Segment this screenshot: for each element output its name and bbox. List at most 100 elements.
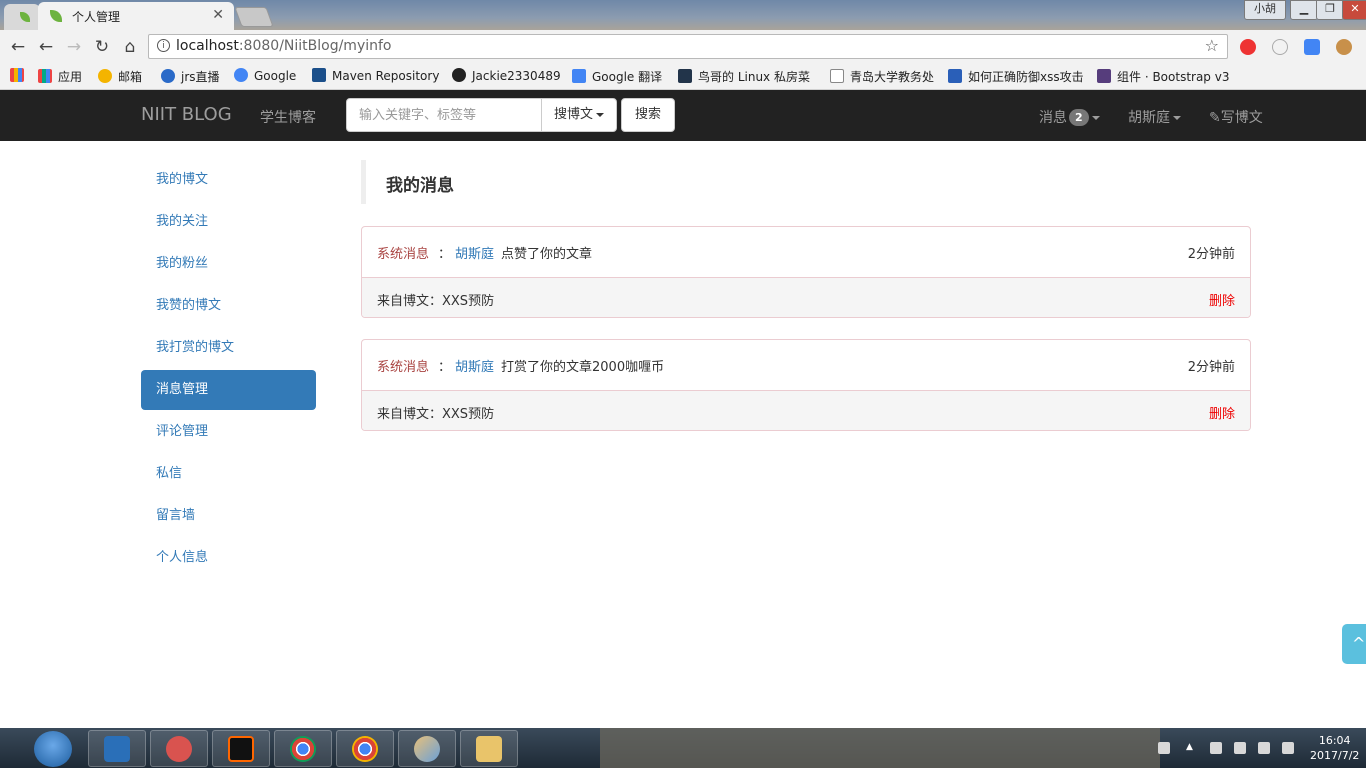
message-header: 系统消息 ： 胡斯庭 打赏了你的文章2000咖喱币 2分钟前: [362, 340, 1250, 391]
sidebar-item-messages[interactable]: 消息管理: [141, 370, 316, 410]
profile-button[interactable]: 小胡: [1244, 0, 1286, 20]
bookmark-8[interactable]: 青岛大学教务处: [830, 68, 934, 85]
message-action: 打赏了你的文章2000咖喱币: [501, 360, 665, 375]
page-title: 我的消息: [386, 176, 454, 196]
back-to-top-button[interactable]: ^: [1342, 624, 1366, 664]
caret-down-icon: [1173, 116, 1181, 120]
message-panel: 系统消息 ： 胡斯庭 点赞了你的文章 2分钟前 来自博文：XXS预防 删除: [361, 226, 1251, 318]
message-colon: ：: [438, 360, 452, 375]
bookmark-1[interactable]: 邮箱: [98, 68, 142, 85]
extension-icon[interactable]: [1272, 39, 1288, 55]
messages-badge: 2: [1069, 109, 1089, 126]
minimize-icon[interactable]: ▁: [1290, 0, 1318, 20]
taskbar-app-chrome-2[interactable]: [336, 730, 394, 767]
sidebar-item-comments[interactable]: 评论管理: [141, 412, 316, 452]
nav-student-blogs[interactable]: 学生博客: [260, 107, 316, 127]
bookmark-3[interactable]: Google: [234, 68, 296, 83]
taskbar-app-intellij[interactable]: [212, 730, 270, 767]
bookmark-7[interactable]: 鸟哥的 Linux 私房菜: [678, 68, 810, 85]
messages-menu[interactable]: 消息 2: [1039, 107, 1100, 127]
github-icon: [452, 68, 466, 82]
home-icon[interactable]: ⌂: [120, 37, 140, 57]
translate-icon: [572, 69, 586, 83]
delete-message-button[interactable]: 删除: [1209, 290, 1235, 309]
sidebar-item-liked-posts[interactable]: 我赞的博文: [141, 286, 316, 326]
sidebar-item-following[interactable]: 我的关注: [141, 202, 316, 242]
back-icon[interactable]: ←: [8, 37, 28, 57]
taskbar-app-explorer[interactable]: [88, 730, 146, 767]
taskbar-clock[interactable]: 16:04 2017/7/2: [1310, 733, 1359, 763]
message-panel: 系统消息 ： 胡斯庭 打赏了你的文章2000咖喱币 2分钟前 来自博文：XXS预…: [361, 339, 1251, 431]
browser-tab-active[interactable]: 个人管理 ✕: [38, 2, 234, 30]
linux-icon: [678, 69, 692, 83]
sidebar-item-guestbook[interactable]: 留言墙: [141, 496, 316, 536]
close-window-icon[interactable]: ✕: [1342, 0, 1366, 20]
message-source-link[interactable]: 来自博文：XXS预防: [377, 290, 494, 309]
message-type: 系统消息: [377, 247, 430, 262]
leaf-icon: [20, 12, 30, 22]
taskbar-app-paint[interactable]: [398, 730, 456, 767]
write-post-link[interactable]: ✎写博文: [1209, 107, 1263, 127]
message-footer: 来自博文：XXS预防 删除: [362, 278, 1250, 317]
sidebar-item-tipped-posts[interactable]: 我打赏的博文: [141, 328, 316, 368]
opera-extension-icon[interactable]: [1240, 39, 1256, 55]
bookmark-star-icon[interactable]: ☆: [1205, 36, 1219, 55]
delete-message-button[interactable]: 删除: [1209, 403, 1235, 422]
message-author-link[interactable]: 胡斯庭: [455, 356, 494, 375]
bookmark-5[interactable]: Jackie2330489: [452, 68, 561, 83]
bookmark-6[interactable]: Google 翻译: [572, 68, 662, 85]
taskbar-app-editor[interactable]: [150, 730, 208, 767]
back-arrow-icon[interactable]: ←: [36, 37, 56, 57]
sidebar-item-my-posts[interactable]: 我的博文: [141, 160, 316, 200]
taskbar-app-folder[interactable]: [460, 730, 518, 767]
user-menu[interactable]: 胡斯庭: [1128, 107, 1181, 127]
tray-expand-icon[interactable]: ▲: [1186, 742, 1198, 754]
sidebar-item-private-messages[interactable]: 私信: [141, 454, 316, 494]
taskbar-background-preview: [600, 728, 1160, 768]
edit-icon: ✎: [1209, 110, 1221, 126]
windows-start-button[interactable]: [34, 731, 72, 767]
site-brand[interactable]: NIIT BLOG: [141, 104, 232, 125]
keyboard-icon[interactable]: [1158, 742, 1170, 754]
address-bar[interactable]: i localhost:8080/NiitBlog/myinfo ☆: [148, 34, 1228, 59]
translate-extension-icon[interactable]: [1304, 39, 1320, 55]
signal-icon[interactable]: [1258, 742, 1270, 754]
bookmark-4[interactable]: Maven Repository: [312, 68, 439, 83]
info-icon[interactable]: i: [157, 39, 170, 52]
bookmark-10[interactable]: 组件 · Bootstrap v3: [1097, 68, 1229, 85]
search-button[interactable]: 搜索: [621, 98, 675, 132]
mail-icon: [98, 69, 112, 83]
leaf-icon: [50, 10, 62, 22]
close-tab-icon[interactable]: ✕: [212, 7, 224, 23]
taskbar-app-chrome[interactable]: [274, 730, 332, 767]
page-header: 我的消息: [361, 160, 1250, 204]
search-input[interactable]: [346, 98, 542, 132]
google-icon: [234, 68, 248, 82]
cookie-extension-icon[interactable]: [1336, 39, 1352, 55]
globe-icon: [161, 69, 175, 83]
maximize-icon[interactable]: ❐: [1316, 0, 1344, 20]
bookmark-9[interactable]: 如何正确防御xss攻击: [948, 68, 1084, 85]
sidebar-item-profile[interactable]: 个人信息: [141, 538, 316, 578]
network-warning-icon[interactable]: [1210, 742, 1222, 754]
caret-down-icon: [1091, 116, 1100, 120]
battery-icon[interactable]: [1234, 742, 1246, 754]
message-author-link[interactable]: 胡斯庭: [455, 243, 494, 262]
sidebar-item-fans[interactable]: 我的粉丝: [141, 244, 316, 284]
message-colon: ：: [438, 247, 452, 262]
message-source-link[interactable]: 来自博文：XXS预防: [377, 403, 494, 422]
search-type-dropdown[interactable]: 搜博文: [541, 98, 617, 132]
reload-icon[interactable]: ↻: [92, 37, 112, 57]
message-time: 2分钟前: [1187, 360, 1235, 375]
volume-icon[interactable]: [1282, 742, 1294, 754]
message-time: 2分钟前: [1187, 247, 1235, 262]
browser-tab-pinned[interactable]: [4, 4, 40, 30]
page-icon: [830, 69, 844, 83]
maven-icon: [312, 68, 326, 82]
bookmark-2[interactable]: jrs直播: [161, 68, 220, 85]
bookmark-0[interactable]: 应用: [38, 68, 82, 85]
caret-down-icon: [596, 112, 604, 117]
forward-icon[interactable]: →: [64, 37, 84, 57]
apps-grid-icon[interactable]: [10, 68, 30, 83]
new-tab-button[interactable]: [234, 7, 274, 27]
